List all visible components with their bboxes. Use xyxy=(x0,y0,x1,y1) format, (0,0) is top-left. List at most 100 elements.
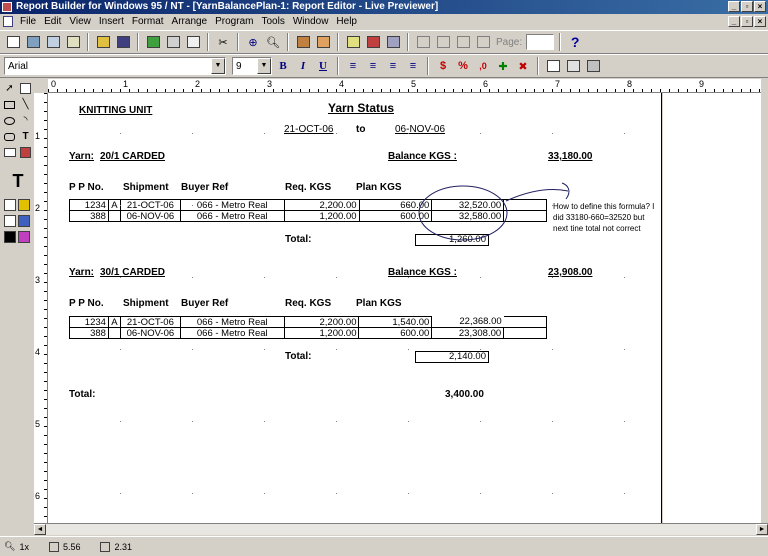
scroll-right-button[interactable]: ► xyxy=(756,524,768,535)
text-color-swatch[interactable] xyxy=(4,231,16,243)
field-tool[interactable] xyxy=(2,145,17,160)
line-tool[interactable]: ╲ xyxy=(18,97,33,112)
font-size-select[interactable]: 9 ▼ xyxy=(232,57,272,75)
align-center-button[interactable]: ≡ xyxy=(364,57,382,75)
ellipse-tool[interactable] xyxy=(2,113,17,128)
minimize-button[interactable]: _ xyxy=(728,1,740,12)
text-tool[interactable]: T xyxy=(18,129,33,144)
zoom-in-button[interactable]: ⊕ xyxy=(244,33,262,51)
document-icon[interactable] xyxy=(3,16,13,27)
data-model-button[interactable] xyxy=(24,33,42,51)
image-tool[interactable] xyxy=(18,145,33,160)
cell-buyer: 066 - Metro Real xyxy=(179,210,285,222)
paste-button[interactable] xyxy=(294,33,312,51)
wizard-button[interactable] xyxy=(344,33,362,51)
menu-view[interactable]: View xyxy=(65,16,95,27)
ruler-mark: 4 xyxy=(35,347,41,357)
menu-window[interactable]: Window xyxy=(289,16,333,27)
select-tool[interactable]: ➚ xyxy=(2,81,17,96)
new-icon xyxy=(6,36,20,48)
remove-decimal-button[interactable]: ✖ xyxy=(514,57,532,75)
menu-help[interactable]: Help xyxy=(332,16,361,27)
cut-button[interactable]: ✂ xyxy=(214,33,232,51)
next-page-button[interactable] xyxy=(454,33,472,51)
bold-button[interactable]: B xyxy=(274,57,292,75)
print-button[interactable] xyxy=(164,33,182,51)
align-right-button[interactable]: ≡ xyxy=(384,57,402,75)
mail-button[interactable] xyxy=(184,33,202,51)
restore-button[interactable]: ▫ xyxy=(741,1,753,12)
horizontal-scrollbar[interactable]: ◄ ► xyxy=(34,523,768,535)
cell-flag: A xyxy=(107,199,121,211)
grid-dot xyxy=(480,421,481,422)
frame-button[interactable] xyxy=(544,57,562,75)
add-decimal-button[interactable]: ✚ xyxy=(494,57,512,75)
edit-button[interactable] xyxy=(384,33,402,51)
italic-button[interactable]: I xyxy=(294,57,312,75)
grid-dot xyxy=(264,205,265,206)
mdi-restore-button[interactable]: ▫ xyxy=(741,16,753,27)
chart-button[interactable] xyxy=(364,33,382,51)
balance-value: 33,180.00 xyxy=(548,151,593,162)
text-color-picker-icon[interactable] xyxy=(18,231,30,243)
magic-tool[interactable] xyxy=(18,81,33,96)
grid-button[interactable] xyxy=(564,57,582,75)
help-button[interactable]: ? xyxy=(566,33,584,51)
justify-button[interactable]: ≡ xyxy=(404,57,422,75)
snap-button[interactable] xyxy=(584,57,602,75)
open-button[interactable] xyxy=(94,33,112,51)
copy-button[interactable] xyxy=(314,33,332,51)
underline-button[interactable]: U xyxy=(314,57,332,75)
save-button[interactable] xyxy=(114,33,132,51)
layout-button[interactable] xyxy=(44,33,62,51)
mdi-close-button[interactable]: × xyxy=(754,16,766,27)
rounded-rect-tool[interactable] xyxy=(2,129,17,144)
fill-color-swatch[interactable] xyxy=(4,199,16,211)
run-button[interactable] xyxy=(144,33,162,51)
line-color-picker-icon[interactable] xyxy=(18,215,30,227)
fill-color-picker-icon[interactable] xyxy=(18,199,30,211)
arc-tool[interactable]: ◝ xyxy=(18,113,33,128)
disk-icon xyxy=(116,36,130,48)
grid-dot xyxy=(408,349,409,350)
menu-arrange[interactable]: Arrange xyxy=(168,16,212,27)
report-canvas[interactable]: KNITTING UNIT Yarn Status 21-OCT-06 to 0… xyxy=(48,93,662,523)
rectangle-tool[interactable] xyxy=(2,97,17,112)
chevron-down-icon[interactable]: ▼ xyxy=(211,58,225,74)
ruler-mark: 5 xyxy=(411,79,417,89)
zoom-out-button[interactable]: 🔍︎ xyxy=(264,33,282,51)
scroll-left-button[interactable]: ◄ xyxy=(34,524,46,535)
percent-button[interactable]: % xyxy=(454,57,472,75)
magic-icon xyxy=(20,83,31,94)
balance-label: Balance KGS : xyxy=(388,151,457,162)
chevron-down-icon[interactable]: ▼ xyxy=(257,58,271,74)
table-row: 388 06-NOV-06 066 - Metro Real 1,200.00 … xyxy=(69,327,547,339)
align-left-button[interactable]: ≡ xyxy=(344,57,362,75)
last-page-button[interactable] xyxy=(474,33,492,51)
grid-dot xyxy=(336,205,337,206)
font-name-select[interactable]: Arial ▼ xyxy=(4,57,226,75)
line-color-swatch[interactable] xyxy=(4,215,16,227)
close-button[interactable]: × xyxy=(754,1,766,12)
param-form-button[interactable] xyxy=(64,33,82,51)
first-page-button[interactable] xyxy=(414,33,432,51)
mdi-minimize-button[interactable]: _ xyxy=(728,16,740,27)
comma-button[interactable]: ,0 xyxy=(474,57,492,75)
menu-format[interactable]: Format xyxy=(128,16,168,27)
page-number-input[interactable] xyxy=(526,34,555,50)
ruler-mark: 8 xyxy=(627,79,633,89)
image-icon xyxy=(20,147,31,158)
menu-file[interactable]: File xyxy=(16,16,40,27)
new-report-button[interactable] xyxy=(4,33,22,51)
grid-dot xyxy=(336,421,337,422)
vertical-scrollbar[interactable] xyxy=(761,79,768,529)
menu-program[interactable]: Program xyxy=(211,16,257,27)
menu-edit[interactable]: Edit xyxy=(40,16,65,27)
currency-button[interactable]: $ xyxy=(434,57,452,75)
big-text-tool[interactable]: T xyxy=(8,171,28,191)
menu-insert[interactable]: Insert xyxy=(95,16,128,27)
prev-page-button[interactable] xyxy=(434,33,452,51)
ruler-mark: 9 xyxy=(699,79,705,89)
cell-req: 1,200.00 xyxy=(283,327,360,339)
menu-tools[interactable]: Tools xyxy=(257,16,288,27)
